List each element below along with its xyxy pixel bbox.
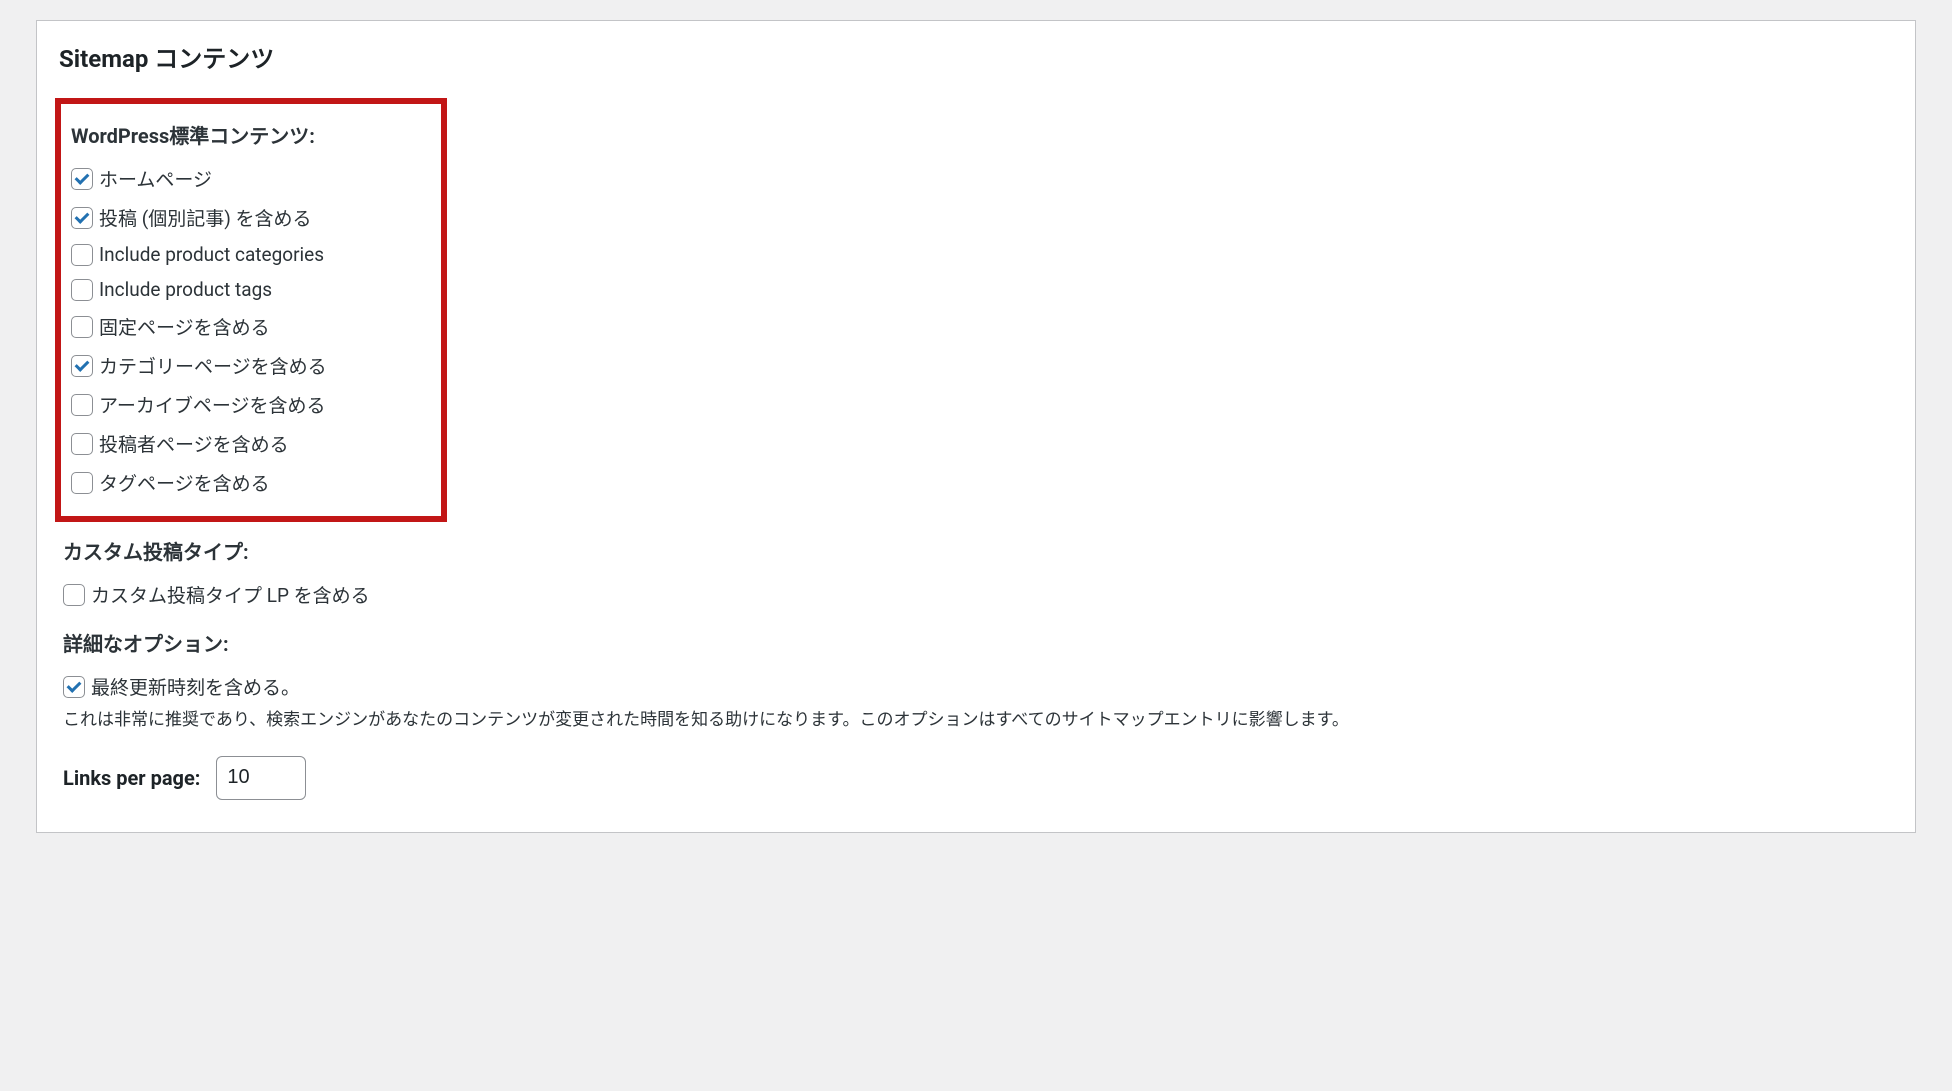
standard-item-row: アーカイブページを含める bbox=[71, 385, 431, 424]
custom-item-row: カスタム投稿タイプ LP を含める bbox=[63, 575, 1893, 614]
standard-item-label-0[interactable]: ホームページ bbox=[99, 165, 212, 192]
advanced-item-row: 最終更新時刻を含める。 bbox=[63, 667, 1893, 706]
standard-item-label-3[interactable]: Include product tags bbox=[99, 278, 272, 301]
advanced-options-heading: 詳細なオプション: bbox=[63, 628, 1893, 657]
standard-item-checkbox-7[interactable] bbox=[71, 433, 93, 455]
standard-item-row: Include product categories bbox=[71, 237, 431, 272]
standard-item-row: 投稿者ページを含める bbox=[71, 424, 431, 463]
standard-content-heading: WordPress標準コンテンツ: bbox=[71, 120, 431, 149]
standard-item-checkbox-4[interactable] bbox=[71, 316, 93, 338]
standard-item-row: 固定ページを含める bbox=[71, 307, 431, 346]
standard-item-label-4[interactable]: 固定ページを含める bbox=[99, 313, 270, 340]
advanced-item-label-0[interactable]: 最終更新時刻を含める。 bbox=[91, 673, 300, 700]
panel-title: Sitemap コンテンツ bbox=[59, 39, 1893, 74]
standard-content-list: ホームページ投稿 (個別記事) を含める Include product cate… bbox=[71, 159, 431, 502]
standard-item-row: 投稿 (個別記事) を含める bbox=[71, 198, 431, 237]
links-per-page-input[interactable] bbox=[216, 756, 306, 800]
custom-post-types-heading: カスタム投稿タイプ: bbox=[63, 536, 1893, 565]
standard-item-checkbox-6[interactable] bbox=[71, 394, 93, 416]
advanced-item-checkbox-0[interactable] bbox=[63, 676, 85, 698]
standard-item-checkbox-2[interactable] bbox=[71, 244, 93, 266]
advanced-options-list: 最終更新時刻を含める。 bbox=[63, 667, 1893, 706]
standard-item-checkbox-0[interactable] bbox=[71, 168, 93, 190]
standard-item-label-8[interactable]: タグページを含める bbox=[99, 469, 270, 496]
advanced-description: これは非常に推奨であり、検索エンジンがあなたのコンテンツが変更された時間を知る助… bbox=[63, 708, 1893, 734]
sitemap-content-panel: Sitemap コンテンツ WordPress標準コンテンツ: ホームページ投稿… bbox=[36, 20, 1916, 833]
links-per-page-row: Links per page: bbox=[63, 756, 1893, 800]
custom-post-types-list: カスタム投稿タイプ LP を含める bbox=[63, 575, 1893, 614]
standard-item-row: ホームページ bbox=[71, 159, 431, 198]
standard-item-label-6[interactable]: アーカイブページを含める bbox=[99, 391, 325, 418]
standard-item-label-2[interactable]: Include product categories bbox=[99, 243, 324, 266]
standard-item-checkbox-1[interactable] bbox=[71, 207, 93, 229]
standard-item-checkbox-3[interactable] bbox=[71, 279, 93, 301]
standard-item-label-5[interactable]: カテゴリーページを含める bbox=[99, 352, 327, 379]
links-per-page-label: Links per page: bbox=[63, 766, 200, 790]
standard-item-row: タグページを含める bbox=[71, 463, 431, 502]
standard-content-highlight: WordPress標準コンテンツ: ホームページ投稿 (個別記事) を含める In… bbox=[55, 98, 447, 522]
standard-item-checkbox-5[interactable] bbox=[71, 355, 93, 377]
advanced-options-section: 詳細なオプション: 最終更新時刻を含める。 これは非常に推奨であり、検索エンジン… bbox=[59, 628, 1893, 800]
custom-post-types-section: カスタム投稿タイプ: カスタム投稿タイプ LP を含める bbox=[59, 536, 1893, 614]
custom-item-checkbox-0[interactable] bbox=[63, 584, 85, 606]
standard-item-label-7[interactable]: 投稿者ページを含める bbox=[99, 430, 289, 457]
standard-item-row: カテゴリーページを含める bbox=[71, 346, 431, 385]
custom-item-label-0[interactable]: カスタム投稿タイプ LP を含める bbox=[91, 581, 370, 608]
standard-item-checkbox-8[interactable] bbox=[71, 472, 93, 494]
standard-item-label-1[interactable]: 投稿 (個別記事) を含める bbox=[99, 204, 312, 231]
standard-item-row: Include product tags bbox=[71, 272, 431, 307]
